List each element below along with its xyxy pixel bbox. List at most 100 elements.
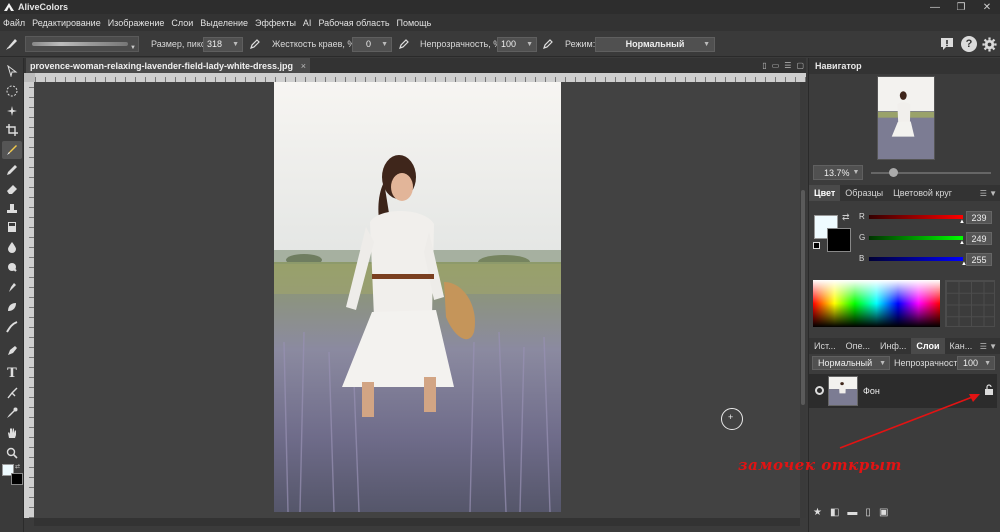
app-window: AliveColors — ❐ ✕ Файл Редактирование Из…: [0, 0, 1000, 532]
tile-documents-icon[interactable]: ▭: [772, 61, 780, 70]
vertical-scrollbar[interactable]: [800, 82, 806, 518]
hand-icon[interactable]: [2, 424, 22, 442]
smudge-icon[interactable]: [2, 278, 22, 296]
red-channel-input[interactable]: 239: [966, 211, 992, 224]
magic-wand-icon[interactable]: [2, 102, 22, 120]
menu-select[interactable]: Выделение: [200, 18, 248, 28]
effects-icon[interactable]: ★: [813, 507, 822, 518]
title-bar: AliveColors — ❐ ✕: [0, 0, 1000, 14]
document-tab[interactable]: provence-woman-relaxing-lavender-field-l…: [26, 58, 310, 73]
maximize-button[interactable]: ❐: [948, 0, 974, 14]
document-menu-icon[interactable]: ☰: [784, 61, 791, 70]
tab-swatches[interactable]: Образцы: [840, 185, 888, 201]
menu-image[interactable]: Изображение: [108, 18, 165, 28]
delete-layer-icon[interactable]: ▣: [879, 507, 888, 518]
color-panel-menu-icon[interactable]: ☰ ▼: [980, 185, 997, 201]
recent-colors-grid[interactable]: [945, 280, 995, 327]
document-photo[interactable]: [274, 82, 561, 512]
canvas-area[interactable]: [34, 82, 800, 518]
opacity-input[interactable]: 100 ▼: [497, 36, 537, 52]
tab-layers[interactable]: Слои: [911, 338, 945, 354]
eraser-icon[interactable]: [2, 180, 22, 198]
blue-channel-row: B ▲ 255: [859, 253, 997, 267]
green-channel-slider[interactable]: [869, 236, 963, 240]
tab-color-wheel[interactable]: Цветовой круг: [888, 185, 957, 201]
text-tool-icon[interactable]: T: [2, 364, 22, 382]
new-document-icon[interactable]: ▯: [762, 61, 766, 70]
layer-opacity-input[interactable]: 100 ▼: [957, 356, 995, 370]
tool-options-bar: ▼ Размер, пикс 318 ▼ Жесткость краев, % 0…: [0, 31, 1000, 57]
size-input[interactable]: 318 ▼: [203, 36, 243, 52]
healing-icon[interactable]: [2, 298, 22, 316]
drop-icon[interactable]: [2, 238, 22, 256]
green-slider-handle[interactable]: ▲: [959, 240, 965, 246]
menu-workspace[interactable]: Рабочая область: [318, 18, 389, 28]
layer-blend-mode-select[interactable]: Нормальный ▼: [812, 356, 890, 370]
navigator-thumbnail[interactable]: [877, 76, 935, 160]
crop-icon[interactable]: [2, 121, 22, 139]
tab-color[interactable]: Цвет: [809, 185, 841, 201]
menu-file[interactable]: Файл: [3, 18, 25, 28]
ellipse-select-icon[interactable]: [2, 82, 22, 100]
new-group-icon[interactable]: ▬: [847, 507, 857, 518]
eyedropper-icon[interactable]: [2, 404, 22, 422]
path-icon[interactable]: [2, 384, 22, 402]
stamp-icon[interactable]: [2, 200, 22, 218]
menu-help[interactable]: Помощь: [397, 18, 432, 28]
dodge-icon[interactable]: [2, 258, 22, 276]
adjustment-layer-icon[interactable]: ◧: [830, 507, 839, 518]
zoom-slider-handle[interactable]: [889, 168, 898, 177]
pencil-icon[interactable]: [2, 161, 22, 179]
alert-icon[interactable]: [939, 31, 955, 57]
menu-ai[interactable]: AI: [303, 18, 312, 28]
green-channel-input[interactable]: 249: [966, 232, 992, 245]
settings-icon[interactable]: [982, 31, 997, 57]
tab-history[interactable]: Ист...: [809, 338, 841, 354]
hardness-input[interactable]: 0 ▼: [352, 36, 392, 52]
red-slider-handle[interactable]: ▲: [959, 219, 965, 225]
zoom-icon[interactable]: [2, 444, 22, 462]
minimize-button[interactable]: —: [922, 0, 948, 14]
zoom-level-select[interactable]: 13.7% ▼: [813, 165, 863, 180]
close-document-icon[interactable]: ×: [301, 61, 306, 71]
annotation-text: замочек открыт: [738, 456, 902, 474]
move-tool-icon[interactable]: [2, 62, 22, 80]
horizontal-scrollbar[interactable]: [34, 518, 800, 526]
color-spectrum[interactable]: [813, 280, 940, 327]
color-background-swatch[interactable]: [827, 228, 851, 252]
swap-colors-icon[interactable]: ⇄: [842, 212, 850, 223]
blue-channel-slider[interactable]: [869, 257, 963, 261]
reset-colors-icon[interactable]: [813, 242, 820, 249]
brush-tool-icon[interactable]: [5, 31, 19, 57]
pen-icon[interactable]: [2, 342, 22, 360]
pressure-size-icon[interactable]: [249, 31, 261, 57]
blue-channel-input[interactable]: 255: [966, 253, 992, 266]
menu-edit[interactable]: Редактирование: [32, 18, 101, 28]
menu-effects[interactable]: Эффекты: [255, 18, 296, 28]
tab-operations[interactable]: Опе...: [841, 338, 875, 354]
brush-cursor: [721, 408, 743, 430]
app-logo-icon: [3, 2, 15, 12]
blend-mode-select[interactable]: Нормальный ▼: [595, 36, 715, 52]
fill-icon[interactable]: [2, 218, 22, 236]
pressure-opacity-icon[interactable]: [542, 31, 554, 57]
tab-info[interactable]: Инф...: [875, 338, 911, 354]
pressure-hardness-icon[interactable]: [398, 31, 410, 57]
cascade-documents-icon[interactable]: ▢: [796, 61, 804, 70]
background-color-swatch[interactable]: [11, 473, 23, 485]
menu-layers[interactable]: Слои: [171, 18, 193, 28]
layer-visibility-icon[interactable]: [815, 386, 824, 395]
vertical-ruler: [24, 82, 34, 518]
retouch-icon[interactable]: [2, 318, 22, 336]
brush-preset-picker[interactable]: ▼: [25, 36, 139, 52]
green-channel-row: G ▲ 249: [859, 232, 997, 246]
help-icon[interactable]: ?: [961, 36, 977, 52]
layers-panel-menu-icon[interactable]: ☰ ▼: [980, 338, 997, 354]
red-channel-slider[interactable]: [869, 215, 963, 219]
tab-channels[interactable]: Кан...: [945, 338, 978, 354]
new-layer-icon[interactable]: ▯: [865, 507, 871, 518]
swap-colors-icon[interactable]: ⇄: [15, 463, 20, 470]
close-window-button[interactable]: ✕: [974, 0, 1000, 14]
size-label: Размер, пикс: [151, 39, 206, 49]
brush-icon[interactable]: [2, 141, 22, 159]
